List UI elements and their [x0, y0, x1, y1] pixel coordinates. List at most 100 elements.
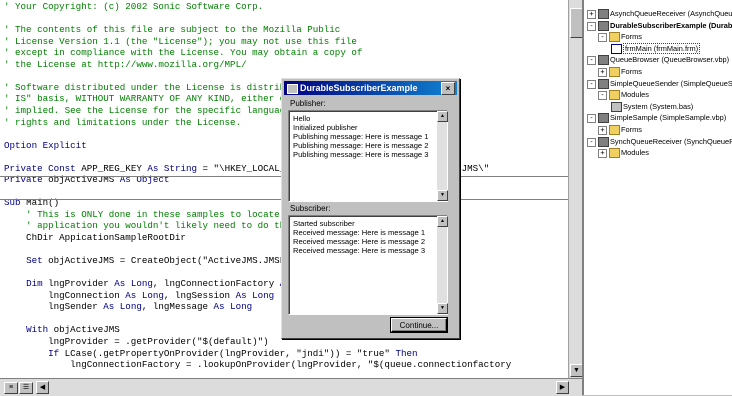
- collapse-icon[interactable]: -: [587, 21, 596, 31]
- tree-item-label: SimpleSample (SimpleSample.vbp): [610, 113, 727, 123]
- code-text: lngConnection: [4, 289, 126, 301]
- code-comment: ' except in compliance with the License.…: [4, 47, 363, 59]
- output-line: Received message: Here is message 1: [293, 228, 426, 237]
- code-text: , lngMessage: [141, 301, 214, 313]
- code-keyword: Private Const: [4, 162, 82, 174]
- dialog-title: DurableSubscriberExample: [300, 83, 418, 93]
- scroll-up-arrow-icon[interactable]: ▲: [437, 111, 448, 122]
- publisher-label: Publisher:: [290, 99, 326, 108]
- form-icon: [611, 43, 622, 54]
- code-line[interactable]: ' application you wouldn't likely need t…: [4, 220, 296, 232]
- output-line: Publishing message: Here is message 1: [293, 132, 429, 141]
- code-line[interactable]: Dim lngProvider As Long, lngConnectionFa…: [4, 278, 318, 290]
- code-comment: ' License Version 1.1 (the "License"); y…: [4, 35, 357, 47]
- expand-icon[interactable]: +: [598, 68, 607, 77]
- publisher-output-box[interactable]: ▲ ▼ Hello Initialized publisher Publishing…: [288, 110, 448, 202]
- module-icon: [611, 101, 622, 112]
- collapse-icon[interactable]: -: [598, 33, 607, 43]
- code-keyword: Option Explicit: [4, 139, 87, 151]
- tree-item-label: QueueBrowser (QueueBrowser.vbp): [610, 55, 730, 65]
- code-line[interactable]: lngProvider = .getProvider("$(default)"): [4, 336, 269, 348]
- code-text: APP_REG_KEY: [81, 162, 148, 174]
- collapse-icon[interactable]: -: [587, 114, 596, 124]
- output-line: Publishing message: Here is message 3: [293, 150, 429, 159]
- scroll-down-arrow-icon[interactable]: ▼: [437, 303, 448, 314]
- code-line[interactable]: ' rights and limitations under the Licen…: [4, 117, 241, 129]
- project-explorer[interactable]: + AsynchQueueReceiver (AsynchQueueReceive…: [582, 0, 732, 395]
- code-comment: ' rights and limitations under the Licen…: [4, 116, 242, 128]
- close-icon[interactable]: ×: [441, 82, 455, 95]
- project-icon: [598, 55, 609, 66]
- publisher-scrollbar[interactable]: ▲ ▼: [437, 111, 448, 201]
- tree-item-label: Forms: [621, 67, 642, 76]
- tree-item-label: SimpleQueueSender (SimpleQueueSender.vbp…: [610, 78, 732, 88]
- dialog-titlebar[interactable]: DurableSubscriberExample ×: [284, 81, 457, 95]
- output-line: Received message: Here is message 2: [293, 237, 426, 246]
- folder-icon: [609, 32, 620, 43]
- tree-item-label: Modules: [621, 90, 649, 100]
- subscriber-label: Subscriber:: [290, 204, 331, 213]
- expand-icon[interactable]: +: [598, 126, 607, 135]
- code-line[interactable]: ' the License at http://www.mozilla.org/…: [4, 59, 247, 71]
- project-icon: [598, 9, 609, 19]
- tree-item-label: Forms: [621, 32, 642, 42]
- editor-horizontal-scrollbar[interactable]: ≡ ☰ ◀ ▶: [0, 378, 582, 396]
- code-line[interactable]: ' except in compliance with the License.…: [4, 47, 362, 59]
- folder-icon: [609, 90, 620, 101]
- code-keyword: With: [26, 324, 54, 336]
- collapse-icon[interactable]: -: [598, 91, 607, 101]
- procedure-view-button[interactable]: ≡: [4, 382, 18, 394]
- code-line[interactable]: lngSender As Long, lngMessage As Long: [4, 301, 252, 313]
- project-icon: [598, 136, 609, 147]
- scroll-down-arrow-icon[interactable]: ▼: [437, 190, 448, 201]
- editor-vertical-scrollbar[interactable]: ▼: [568, 0, 583, 378]
- full-module-view-button[interactable]: ☰: [19, 382, 33, 394]
- code-text: , lngConnectionFactory: [152, 278, 280, 290]
- code-line[interactable]: lngConnectionFactory = .lookupOnProvider…: [4, 359, 511, 371]
- expand-icon[interactable]: +: [587, 10, 596, 19]
- collapse-icon[interactable]: -: [587, 137, 596, 147]
- code-line[interactable]: ' The contents of this file are subject …: [4, 24, 340, 36]
- tree-item-label: System (System.bas): [623, 101, 694, 111]
- code-line[interactable]: If LCase(.getPropertyOnProvider(lngProvi…: [4, 347, 417, 360]
- code-keyword: As Long: [213, 301, 253, 313]
- collapse-icon[interactable]: -: [587, 56, 596, 66]
- code-comment: ' Your Copyright: (c) 2002 Sonic Softwar…: [4, 1, 264, 12]
- code-keyword: As Long: [235, 289, 275, 301]
- code-comment: ' the License at http://www.mozilla.org/…: [4, 58, 247, 70]
- code-line[interactable]: ' Your Copyright: (c) 2002 Sonic Softwar…: [4, 1, 263, 13]
- collapse-icon[interactable]: -: [587, 79, 596, 89]
- code-comment: ' application you wouldn't likely need t…: [4, 220, 297, 232]
- code-line[interactable]: ChDir AppicationSampleRootDir: [4, 232, 186, 244]
- code-line[interactable]: With objActiveJMS: [4, 324, 120, 336]
- code-text: , lngSession: [163, 289, 236, 301]
- folder-icon: [609, 148, 620, 159]
- code-text: lngSender: [4, 301, 104, 313]
- code-line[interactable]: Option Explicit: [4, 140, 87, 152]
- durable-subscriber-dialog[interactable]: DurableSubscriberExample × Publisher: ▲ …: [281, 78, 460, 339]
- expand-icon[interactable]: +: [598, 149, 607, 159]
- code-line[interactable]: lngConnection As Long, lngSession As Lon…: [4, 290, 274, 302]
- app-icon: [287, 84, 298, 94]
- scroll-right-arrow-icon[interactable]: ▶: [556, 381, 569, 394]
- continue-button[interactable]: Continue...: [391, 318, 447, 332]
- code-keyword: If: [48, 347, 65, 359]
- code-line[interactable]: ' License Version 1.1 (the "License"); y…: [4, 36, 357, 48]
- code-comment: ' The contents of this file are subject …: [4, 24, 341, 36]
- scroll-left-arrow-icon[interactable]: ◀: [36, 381, 49, 394]
- folder-icon: [609, 125, 620, 135]
- code-text: lngProvider = .getProvider("$(default)"): [4, 335, 269, 347]
- code-text: ChDir AppicationSampleRootDir: [4, 232, 186, 243]
- subscriber-scrollbar[interactable]: ▲ ▼: [437, 216, 448, 314]
- tree-item-label: frmMain (frmMain.frm): [623, 42, 701, 54]
- tree-item-label: AsynchQueueReceiver (AsynchQueueReceiver…: [610, 9, 732, 18]
- scroll-up-arrow-icon[interactable]: ▲: [437, 216, 448, 227]
- code-keyword: As Long: [125, 289, 164, 301]
- subscriber-output-box[interactable]: ▲ ▼ Started subscriber Received message: …: [288, 215, 448, 315]
- output-line: Started subscriber: [293, 219, 355, 228]
- folder-icon: [609, 67, 620, 77]
